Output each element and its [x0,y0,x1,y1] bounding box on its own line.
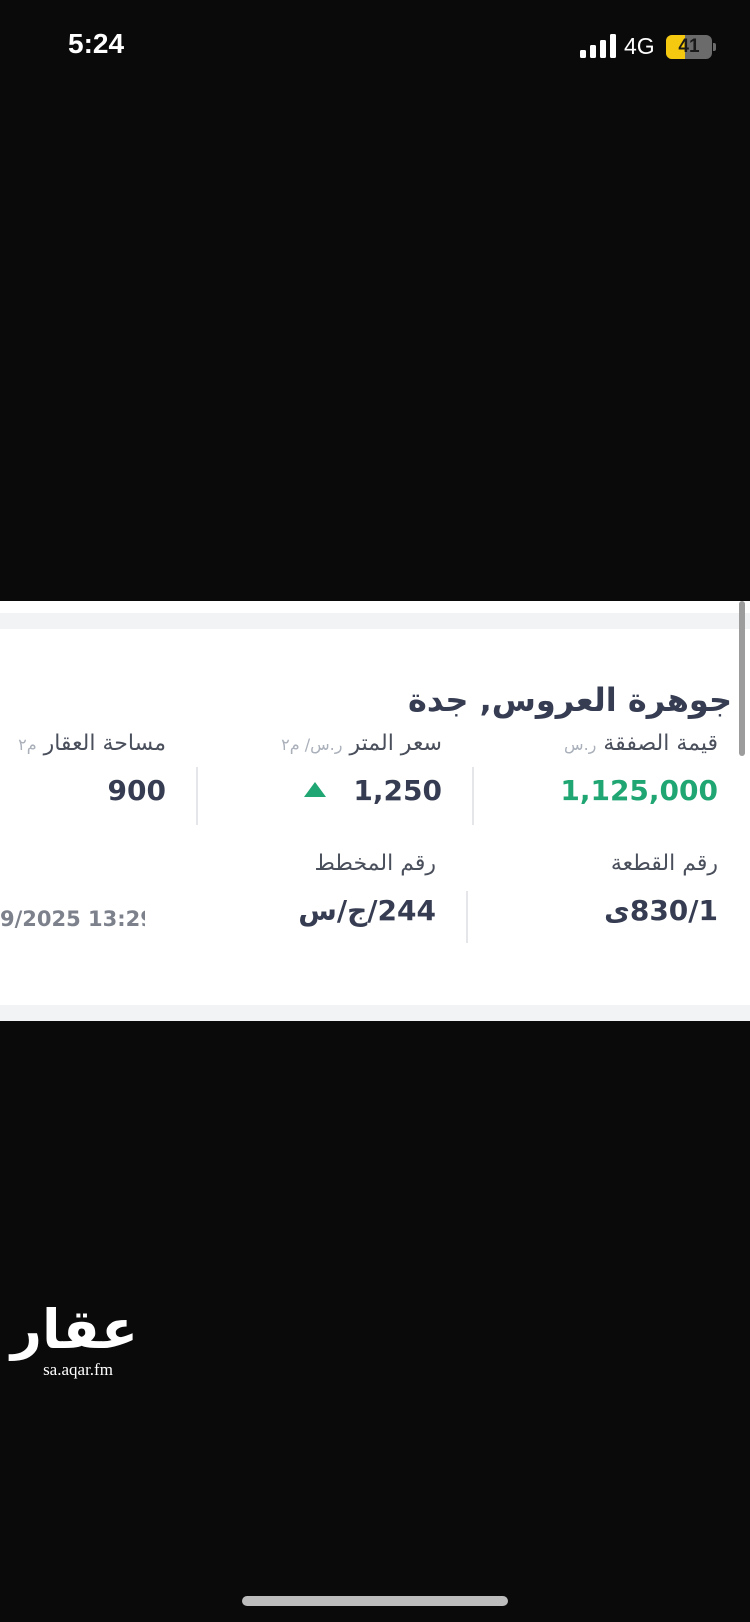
area-value: 900 [107,774,166,807]
signal-bar [590,45,596,58]
battery-icon: 41 [666,35,712,59]
home-indicator[interactable] [242,1596,508,1606]
deal-value-field: قيمة الصفقة ر.س 1,125,000 [560,731,718,807]
card-top-strip [0,613,750,629]
listing-title: جوهرة العروس, جدة [408,681,732,719]
price-per-meter-field: سعر المتر ر.س/ م٢ 1,250 [281,731,442,807]
price-per-meter-label: سعر المتر ر.س/ م٢ [281,731,442,756]
plot-number-value: 830/1ى [604,894,718,927]
column-divider [472,767,474,825]
card-bottom-strip [0,1005,750,1021]
battery-cap [713,43,716,51]
network-type: 4G [624,33,655,59]
price-per-meter-unit: ر.س/ م٢ [281,735,343,754]
transaction-date-text: 9/2025 13:29 [0,907,145,931]
aqar-url: sa.aqar.fm [43,1360,113,1379]
area-unit: م٢ [18,735,37,754]
area-label: مساحة العقار م٢ [18,731,166,756]
deal-value-unit: ر.س [564,735,597,754]
signal-bar [580,50,586,58]
plan-number-label: رقم المخطط [314,851,436,876]
plan-number-field: رقم المخطط 244/ج/س [298,851,436,927]
status-time: 5:24 [68,28,125,59]
plot-number-field: رقم القطعة 830/1ى [604,851,718,927]
area-field: مساحة العقار م٢ 900 [18,731,166,807]
plan-number-value: 244/ج/س [298,894,436,927]
status-bar: 5:24 4G 41 [0,0,750,96]
aqar-logo: عقار [10,1298,138,1361]
cellular-signal-icon [580,34,616,58]
price-per-meter-value: 1,250 [353,774,442,807]
transaction-date: 9/2025 13:29 [0,907,145,931]
price-per-meter-label-text: سعر المتر [349,731,443,756]
battery-level: 41 [678,36,700,57]
area-label-text: مساحة العقار [43,731,166,756]
deal-value-label: قيمة الصفقة ر.س [560,731,718,756]
deal-value-label-text: قيمة الصفقة [603,731,718,756]
price-per-meter-value-row: 1,250 [281,774,442,807]
listing-card[interactable]: جوهرة العروس, جدة قيمة الصفقة ر.س 1,125,… [0,601,750,1021]
signal-bar [600,40,606,58]
scroll-indicator[interactable] [739,601,745,756]
column-divider [196,767,198,825]
aqar-watermark: عقار sa.aqar.fm [10,1298,138,1380]
column-divider [466,891,468,943]
trend-up-icon [303,782,326,797]
signal-bar [610,34,616,58]
plot-number-label: رقم القطعة [610,851,718,876]
deal-value: 1,125,000 [560,774,718,807]
